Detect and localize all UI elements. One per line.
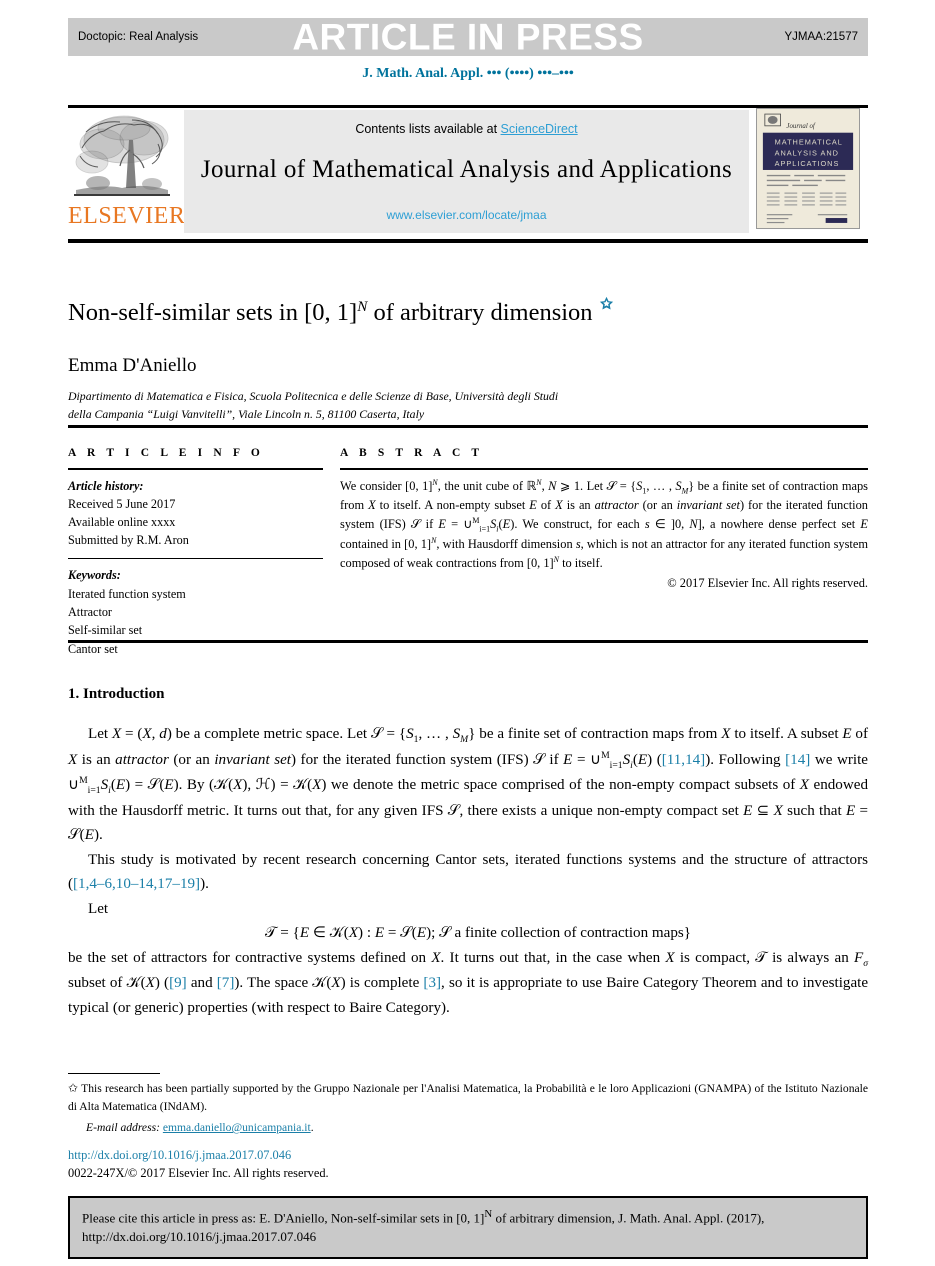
keyword-item: Iterated function system: [68, 586, 186, 601]
elsevier-wordmark: ELSEVIER: [68, 203, 186, 229]
section-heading-introduction: 1. Introduction: [68, 686, 165, 702]
journal-title: Journal of Mathematical Analysis and App…: [200, 156, 733, 183]
svg-text:ANALYSIS AND: ANALYSIS AND: [775, 148, 839, 157]
sciencedirect-link[interactable]: ScienceDirect: [501, 122, 578, 136]
masthead-bottom-rule: [68, 239, 868, 243]
body-paragraph: This study is motivated by recent resear…: [68, 851, 868, 893]
article-history-online: Available online xxxx: [68, 515, 176, 530]
journal-running-head: J. Math. Anal. Appl. ••• (••••) •••–•••: [362, 66, 574, 81]
body-paragraph: Let: [88, 900, 109, 917]
masthead: ELSEVIER Contents lists available at Sci…: [68, 108, 868, 235]
title-text-post: of arbitrary dimension: [367, 299, 593, 327]
footnote-email-line: E-mail address: emma.daniello@unicampani…: [68, 1119, 868, 1137]
author-affiliation: Dipartimento di Matematica e Fisica, Scu…: [68, 388, 858, 423]
abstract-heading: A B S T R A C T: [340, 447, 484, 459]
doi-block: http://dx.doi.org/10.1016/j.jmaa.2017.07…: [68, 1147, 329, 1182]
author-name: Emma D'Aniello: [68, 355, 197, 376]
article-in-press-banner: ARTICLE IN PRESS Doctopic: Real Analysis…: [68, 18, 868, 56]
journal-homepage-link[interactable]: www.elsevier.com/locate/jmaa: [184, 208, 749, 222]
title-exponent: N: [357, 298, 368, 315]
footnote-separator-rule: [68, 1073, 160, 1075]
page-title: Non-self-similar sets in [0, 1]N of arbi…: [68, 296, 868, 328]
author-email-link[interactable]: emma.daniello@unicampania.it: [163, 1121, 311, 1134]
affiliation-line-1: Dipartimento di Matematica e Fisica, Scu…: [68, 389, 559, 403]
article-info-rule-mid: [68, 557, 323, 560]
svg-text:Journal of: Journal of: [786, 123, 815, 130]
doi-link[interactable]: http://dx.doi.org/10.1016/j.jmaa.2017.07…: [68, 1147, 329, 1165]
citation-text-pre: Please cite this article in press as: E.…: [82, 1210, 485, 1226]
article-history-submitted: Submitted by R.M. Aron: [68, 533, 189, 548]
issn-copyright-line: 0022-247X/© 2017 Elsevier Inc. All right…: [68, 1165, 329, 1180]
affiliation-line-2: della Campania “Luigi Vanvitelli”, Viale…: [68, 406, 425, 421]
email-period: .: [310, 1121, 314, 1135]
body-paragraph: Let X = (X, d) be a complete metric spac…: [68, 726, 869, 844]
abstract-column: A B S T R A C T We consider [0, 1]N, the…: [340, 447, 868, 591]
title-text-pre: Non-self-similar sets in [0, 1]: [68, 299, 358, 327]
article-history-received: Received 5 June 2017: [68, 496, 176, 511]
email-address-label: E-mail address:: [86, 1121, 160, 1135]
contents-banner: Contents lists available at ScienceDirec…: [184, 110, 749, 233]
article-info-heading: A R T I C L E I N F O: [68, 447, 264, 459]
keywords-label: Keywords:: [68, 568, 121, 583]
journal-cover-thumbnail: Journal of MATHEMATICAL ANALYSIS AND APP…: [756, 108, 860, 229]
journal-cover-image: Journal of MATHEMATICAL ANALYSIS AND APP…: [757, 109, 859, 228]
elsevier-logo: ELSEVIER: [68, 108, 186, 235]
body-paragraph: be the set of attractors for contractive…: [68, 949, 869, 1016]
footnote-star-marker: ✩: [68, 1081, 79, 1095]
svg-text:APPLICATIONS: APPLICATIONS: [775, 159, 840, 168]
footnote-funding: ✩ This research has been partially suppo…: [68, 1079, 868, 1115]
elsevier-tree-icon: [74, 115, 170, 196]
display-equation: 𝒯 = {E ∈ 𝒦(X) : E = 𝒮(E); 𝒮 a finite col…: [264, 925, 692, 942]
article-info-rule-top: [68, 468, 323, 470]
footnote-funding-text: This research has been partially support…: [68, 1082, 868, 1113]
abstract-copyright: © 2017 Elsevier Inc. All rights reserved…: [667, 575, 868, 590]
doctopic-label: Doctopic: Real Analysis: [78, 31, 199, 43]
funding-star-icon[interactable]: [599, 296, 614, 315]
abstract-body: We consider [0, 1]N, the unit cube of ℝN…: [340, 477, 868, 570]
title-block-bottom-rule: [68, 425, 868, 428]
citation-exponent: N: [484, 1208, 493, 1220]
svg-text:MATHEMATICAL: MATHEMATICAL: [775, 137, 843, 146]
article-code-label: YJMAA:21577: [784, 31, 858, 43]
body-content: Let X = (X, d) be a complete metric spac…: [68, 722, 868, 1020]
keyword-item: Attractor: [68, 604, 112, 619]
footnote-block: ✩ This research has been partially suppo…: [68, 1079, 868, 1137]
article-info-column: A R T I C L E I N F O Article history: R…: [68, 447, 323, 658]
article-history-label: Article history:: [68, 478, 144, 493]
article-page: ARTICLE IN PRESS Doctopic: Real Analysis…: [0, 0, 935, 1266]
abstract-rule-top: [340, 468, 868, 470]
contents-prefix-text: Contents lists available at: [355, 122, 501, 136]
abstract-bottom-rule: [68, 640, 868, 643]
contents-available-line: Contents lists available at ScienceDirec…: [184, 122, 749, 136]
keyword-item: Self-similar set: [68, 623, 143, 638]
cite-this-article-box: Please cite this article in press as: E.…: [68, 1196, 868, 1260]
star-outline-icon: [599, 296, 613, 310]
